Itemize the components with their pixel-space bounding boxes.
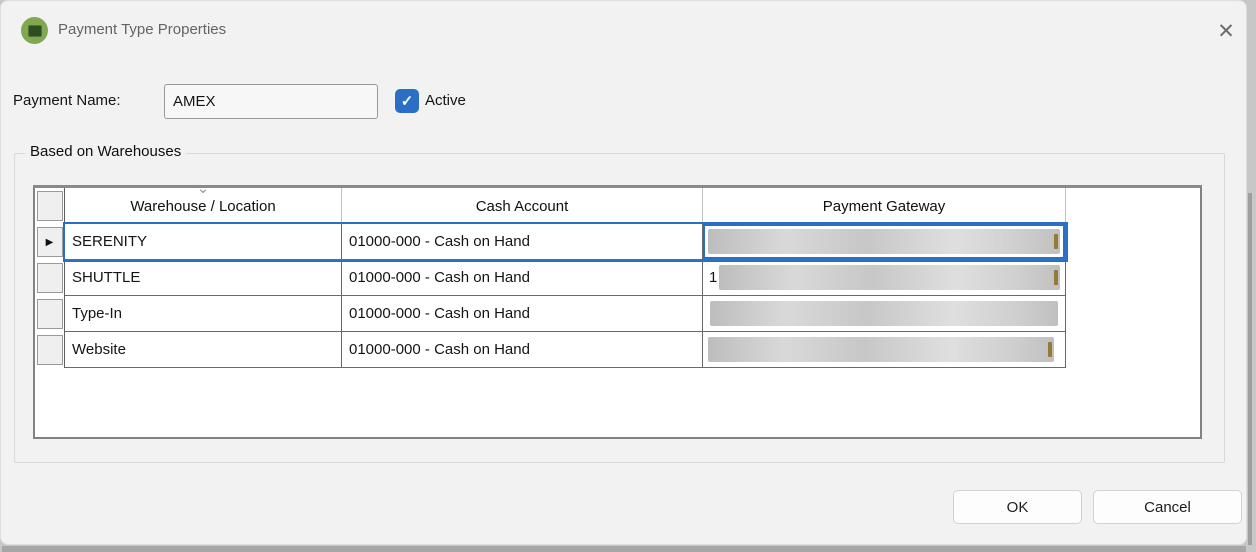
payment-type-properties-dialog: Payment Type Properties ✕ Payment Name: … [0,0,1247,545]
payment-gateway-cell[interactable] [703,332,1066,368]
table-row-shuttle[interactable]: SHUTTLE 01000-000 - Cash on Hand 1 [35,260,1200,296]
column-header-payment-gateway[interactable]: Payment Gateway [703,188,1066,224]
table-row-website[interactable]: Website 01000-000 - Cash on Hand [35,332,1200,368]
grid-row-filler [1066,260,1200,296]
payment-name-label: Payment Name: [13,92,121,109]
current-row-indicator[interactable]: ▶ [36,227,63,257]
app-icon-glyph [27,24,42,37]
ok-button[interactable]: OK [953,490,1082,524]
active-checkbox[interactable]: ✓ [395,89,419,113]
warehouse-cell[interactable]: SERENITY [65,224,342,260]
checkmark-icon: ✓ [400,93,414,110]
dialog-title: Payment Type Properties [58,21,227,38]
row-header-cell[interactable] [36,335,63,365]
payment-gateway-cell[interactable]: 1 [703,260,1066,296]
row-header-column [35,260,65,296]
row-header-column [35,296,65,332]
row-header-cell[interactable] [36,299,63,329]
grid-row-filler [1066,332,1200,368]
groupbox-label: Based on Warehouses [25,143,187,160]
redaction-edge-artifact [1054,234,1058,249]
cash-account-cell[interactable]: 01000-000 - Cash on Hand [342,296,703,332]
gateway-visible-prefix: 1 [709,269,718,286]
redaction-edge-artifact [1054,270,1058,285]
grid-row-filler [1066,224,1200,260]
cash-account-cell[interactable]: 01000-000 - Cash on Hand [342,260,703,296]
sort-indicator-icon: ⌄ [196,188,210,197]
row-header-cell[interactable] [36,263,63,293]
redacted-gateway-value [708,229,1060,254]
redacted-gateway-value [710,301,1058,326]
warehouses-grid: ⌄ Warehouse / Location Cash Account Paym… [33,185,1202,439]
payment-gateway-cell[interactable] [703,296,1066,332]
payment-gateway-cell[interactable] [703,224,1066,260]
app-icon [21,17,48,44]
active-checkbox-label: Active [425,92,466,109]
row-header-corner [35,188,65,224]
redacted-gateway-value [708,337,1054,362]
redaction-edge-artifact [1048,342,1052,357]
payment-name-input[interactable] [164,84,378,119]
grid-header-row: ⌄ Warehouse / Location Cash Account Paym… [35,188,1200,224]
column-header-cash-account[interactable]: Cash Account [342,188,703,224]
warehouse-cell[interactable]: SHUTTLE [65,260,342,296]
table-row-type-in[interactable]: Type-In 01000-000 - Cash on Hand [35,296,1200,332]
cancel-button[interactable]: Cancel [1093,490,1242,524]
grid-row-filler [1066,296,1200,332]
row-header-column: ▶ [35,224,65,260]
dialog-bottom-shadow [2,546,1246,552]
title-bar: Payment Type Properties ✕ [1,1,1246,57]
table-row-serenity[interactable]: ▶ SERENITY 01000-000 - Cash on Hand [35,224,1200,260]
cash-account-cell[interactable]: 01000-000 - Cash on Hand [342,332,703,368]
warehouse-cell[interactable]: Type-In [65,296,342,332]
row-header-corner-cell[interactable] [36,191,63,221]
close-icon[interactable]: ✕ [1205,13,1247,49]
background-window-edge [1248,193,1252,545]
row-indicator-icon: ▶ [45,236,54,248]
warehouse-cell[interactable]: Website [65,332,342,368]
row-header-column [35,332,65,368]
redacted-gateway-value [719,265,1060,290]
cash-account-cell[interactable]: 01000-000 - Cash on Hand [342,224,703,260]
grid-header-filler [1066,188,1200,224]
column-header-warehouse[interactable]: ⌄ Warehouse / Location [65,188,342,224]
